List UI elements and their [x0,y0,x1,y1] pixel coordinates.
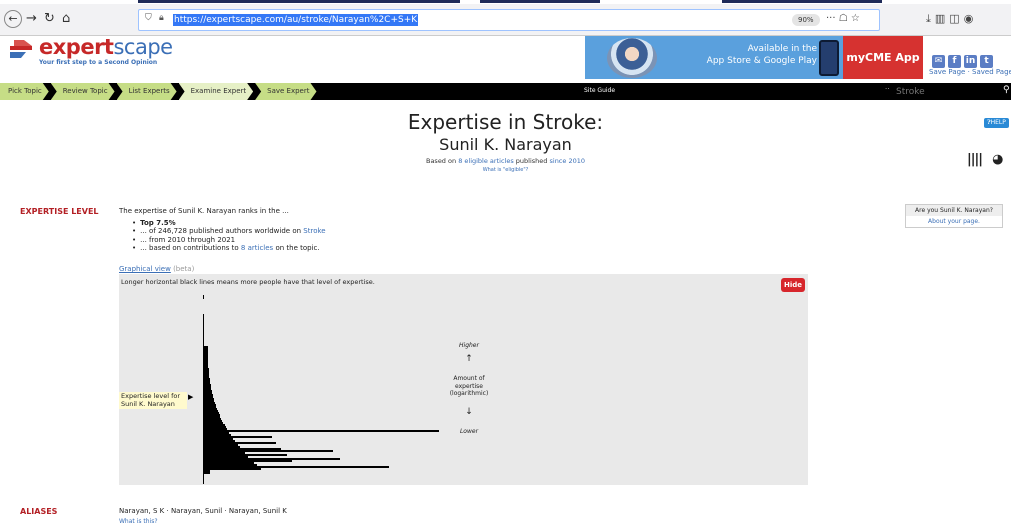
expert-name: Sunil K. Narayan [439,135,572,154]
search-input[interactable] [894,85,1002,98]
sidebar-icon[interactable]: ◫ [949,12,963,25]
email-icon[interactable]: ✉ [932,55,945,68]
what-is-eligible-link[interactable]: What is "eligible"? [0,167,1011,173]
ad-photo [607,38,657,78]
bars-view-icon[interactable]: |||| [967,152,983,167]
graphical-view-link[interactable]: Graphical view (beta) [119,265,194,273]
bookmark-star-icon[interactable]: ☆ [851,13,860,24]
linkedin-icon[interactable]: in [964,55,977,68]
library-icon[interactable]: ▥ [935,12,949,25]
about-page-link[interactable]: About your page. [906,216,1002,227]
reload-icon[interactable]: ↻ [44,10,55,28]
claim-profile-box: Are you Sunil K. Narayan? About your pag… [905,204,1003,228]
save-links: Save Page · Saved Page [929,68,1011,76]
social-icons: ✉ f in t [932,48,996,68]
crumb-review-topic[interactable]: Review Topic [51,83,115,100]
logo-text: expertscape [39,35,173,59]
legend-lower: Lower [459,428,479,435]
pocket-icon[interactable]: ☖ [839,13,848,24]
legend-higher: Higher [459,342,479,349]
home-icon[interactable]: ⌂ [62,10,70,28]
url-text[interactable]: https://expertscape.com/au/stroke/Naraya… [173,14,419,26]
globe-icon[interactable]: ◕ [992,152,1003,167]
bullet-top: Top 7.5% [132,219,326,227]
page-actions-icon[interactable]: ··· [826,13,836,24]
stroke-link[interactable]: Stroke [303,227,325,235]
help-button[interactable]: ❓︎HELP [984,118,1009,128]
crumb-save-expert[interactable]: Save Expert [255,83,316,100]
bullet-contrib: ... based on contributions to 8 articles… [132,244,326,252]
hide-button[interactable]: Hide [781,278,805,292]
ad-text: Available in the App Store & Google Play [706,44,817,66]
based-on-line: Based on 8 eligible articles published s… [425,157,586,165]
page-title: Expertise in Stroke: [407,110,604,134]
expertise-marker-label: Expertise level for Sunil K. Narayan [119,392,187,409]
bullet-authors: ... of 246,728 published authors worldwi… [132,227,325,235]
since-link[interactable]: since 2010 [550,157,586,165]
toolbar-right-icons: ⤓▥◫◉ [926,12,977,26]
view-toggle: |||| ◕ [967,152,1003,167]
site-guide-link[interactable]: Site Guide [584,87,615,94]
down-arrow-icon: ↓ [465,407,473,417]
eligible-articles-link[interactable]: 8 eligible articles [458,157,514,165]
expertise-level-label: EXPERTISE LEVEL [20,207,99,216]
zoom-level[interactable]: 90% [792,14,820,26]
nav-bar: Pick Topic Review Topic List Experts Exa… [0,83,1011,100]
crumb-pick-topic[interactable]: Pick Topic [0,83,49,100]
claim-question: Are you Sunil K. Narayan? [906,205,1002,216]
facebook-icon[interactable]: f [948,55,961,68]
saved-page-link[interactable]: Saved Page [972,68,1011,76]
distribution-bar [204,430,439,432]
tab-indicator[interactable] [722,0,882,3]
tab-indicator[interactable] [138,0,460,3]
logo-arrow-icon [10,40,32,58]
aliases-list: Narayan, S K · Narayan, Sunil · Narayan,… [119,507,287,515]
marker-arrow-icon: ▶ [188,393,194,401]
twitter-icon[interactable]: t [980,55,993,68]
aliases-what-link[interactable]: What is this? [119,518,158,525]
tab-indicator[interactable] [480,0,600,3]
expertise-intro: The expertise of Sunil K. Narayan ranks … [119,207,289,215]
aliases-label: ALIASES [20,507,58,516]
url-bar[interactable]: ⛉ 🔒︎ https://expertscape.com/au/stroke/N… [138,9,880,31]
download-icon[interactable]: ⤓ [926,12,935,25]
shield-icon[interactable]: ⛉ [145,13,152,23]
app-ad-banner[interactable]: Available in the App Store & Google Play… [585,36,923,79]
axis-tick [203,295,204,299]
search-icon[interactable]: ⚲ [1003,85,1010,95]
phone-icon [819,40,839,76]
save-page-link[interactable]: Save Page [929,68,965,76]
graph-description: Longer horizontal black lines means more… [121,278,375,286]
nav-dots: ·· [885,85,890,93]
expertise-graph: Longer horizontal black lines means more… [119,274,808,485]
expertise-bullets: Top 7.5% ... of 246,728 published author… [132,219,326,253]
up-arrow-icon: ↑ [465,354,473,364]
tagline: Your first step to a Second Opinion [39,59,158,66]
forward-icon[interactable]: → [26,10,37,28]
back-icon[interactable]: ← [4,10,22,28]
url-actions: ··· ☖ ☆ [826,13,860,24]
articles-link[interactable]: 8 articles [241,244,273,252]
distribution-bar [204,468,261,470]
ad-cta[interactable]: myCME App [843,36,923,79]
browser-toolbar: ← → ↻ ⌂ ⛉ 🔒︎ https://expertscape.com/au/… [0,4,1011,36]
distribution-bar [204,472,210,474]
crumb-list-experts[interactable]: List Experts [117,83,177,100]
extension-icon[interactable]: ◉ [964,12,978,25]
legend-amount: Amount of expertise (logarithmic) [449,375,489,397]
bullet-range: ... from 2010 through 2021 [132,236,326,244]
breadcrumb: Pick Topic Review Topic List Experts Exa… [0,83,319,100]
lock-icon[interactable]: 🔒︎ [159,13,164,23]
crumb-examine-expert[interactable]: Examine Expert [179,83,254,100]
